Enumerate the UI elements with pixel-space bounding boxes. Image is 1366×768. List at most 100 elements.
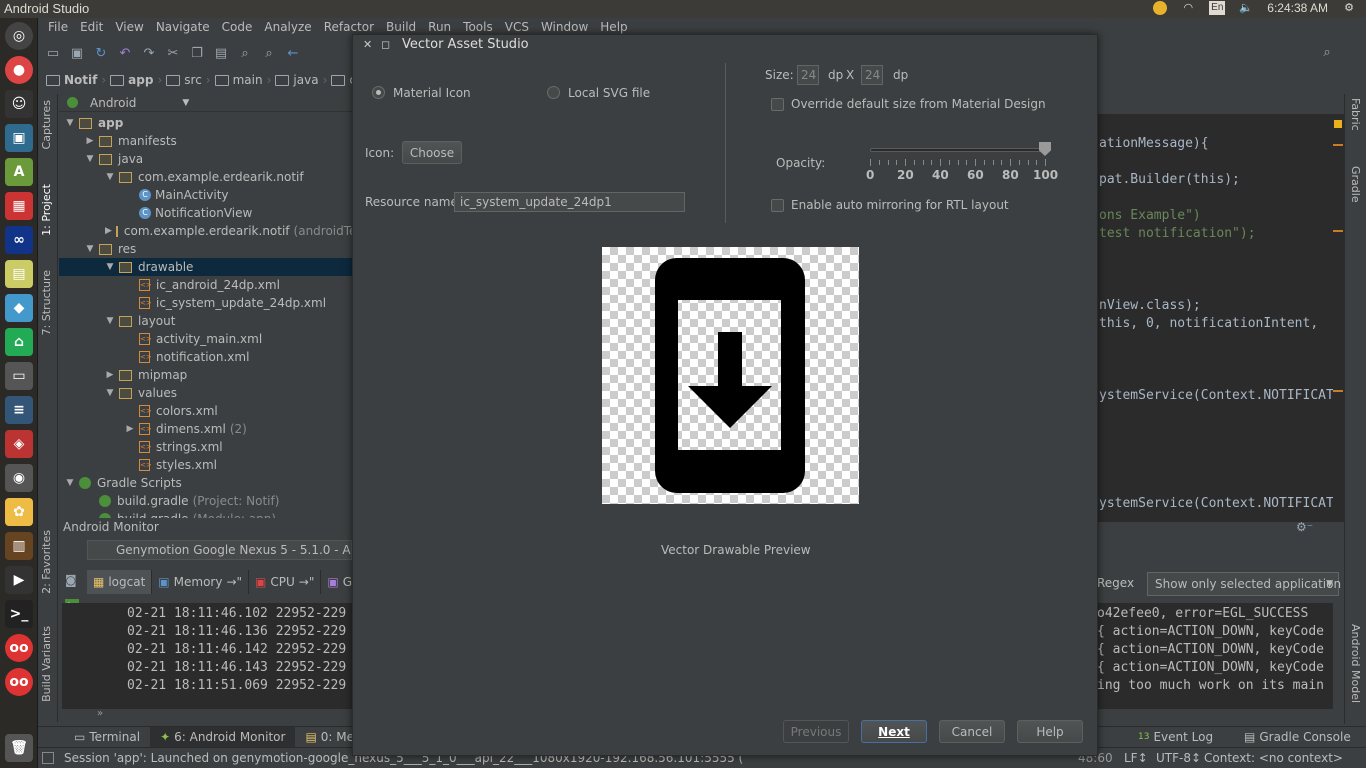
tab-gradle[interactable]: Gradle — [1349, 166, 1362, 203]
arduino-icon[interactable]: ∞ — [5, 226, 33, 254]
menu-view[interactable]: View — [109, 18, 149, 36]
crumb-main[interactable]: main — [214, 73, 263, 87]
tree-item[interactable]: ▼ app — [59, 114, 352, 132]
tree-item[interactable]: C NotificationView — [59, 204, 352, 222]
trash-icon[interactable]: 🗑 — [5, 734, 33, 762]
tree-item[interactable]: ▼ Gradle Scripts — [59, 474, 352, 492]
override-size-label[interactable]: Override default size from Material Desi… — [791, 97, 1046, 111]
tab-captures[interactable]: Captures — [40, 100, 53, 149]
project-view-selector[interactable]: Android ▼ — [59, 94, 352, 112]
expanded-arrow-icon[interactable]: ▼ — [65, 118, 75, 128]
open-icon[interactable]: ▭ — [44, 44, 62, 62]
menu-edit[interactable]: Edit — [74, 18, 109, 36]
tree-item[interactable]: <> colors.xml — [59, 402, 352, 420]
tree-item[interactable]: ▼ res — [59, 240, 352, 258]
expanded-arrow-icon[interactable]: ▼ — [85, 154, 95, 164]
tree-item[interactable]: <> styles.xml — [59, 456, 352, 474]
terminal-like-icon[interactable]: ▭ — [5, 362, 33, 390]
oo-app-icon-2[interactable]: oo — [5, 668, 33, 696]
crumb-notif[interactable]: Notif — [46, 73, 97, 87]
office-app-icon[interactable]: ▦ — [5, 192, 33, 220]
undo-icon[interactable]: ↶ — [116, 44, 134, 62]
tab-logcat[interactable]: ▦ logcat — [87, 570, 153, 594]
clock[interactable]: 6:24:38 AM — [1267, 1, 1328, 15]
tree-item[interactable]: <> ic_system_update_24dp.xml — [59, 294, 352, 312]
network-app-icon[interactable]: ⌂ — [5, 328, 33, 356]
replace-icon[interactable]: ⌕ — [260, 44, 278, 62]
tab-memory[interactable]: ▣ Memory →" — [152, 570, 250, 594]
code-editor[interactable]: ationMessage){ pat.Builder(this); ons Ex… — [1097, 114, 1342, 522]
collapsed-arrow-icon[interactable]: ▶ — [105, 226, 112, 236]
volume-icon[interactable]: 🔈 — [1239, 1, 1253, 15]
tree-item[interactable]: <> ic_android_24dp.xml — [59, 276, 352, 294]
tab-terminal[interactable]: ▭ Terminal — [64, 727, 150, 747]
chrome-tray-icon[interactable] — [1153, 1, 1168, 15]
toggle-tool-windows-icon[interactable] — [42, 752, 54, 764]
size-width-input[interactable]: 24 — [797, 65, 819, 85]
paste-icon[interactable]: ▤ — [212, 44, 230, 62]
override-size-checkbox[interactable] — [771, 98, 784, 111]
tree-item[interactable]: ▶ mipmap — [59, 366, 352, 384]
maximize-icon[interactable]: ◻ — [381, 38, 390, 51]
rtl-mirroring-checkbox[interactable] — [771, 199, 784, 212]
tree-item[interactable]: ▼ java — [59, 150, 352, 168]
line-separator[interactable]: LF↕ — [1124, 751, 1148, 765]
expanded-arrow-icon[interactable]: ▼ — [105, 388, 115, 398]
tab-project[interactable]: 1: Project — [40, 184, 53, 236]
save-all-icon[interactable]: ▣ — [68, 44, 86, 62]
collapsed-arrow-icon[interactable]: ▶ — [105, 370, 115, 380]
collapsed-arrow-icon[interactable]: ▶ — [125, 424, 135, 434]
crumb-app[interactable]: app — [110, 73, 153, 87]
tree-item[interactable]: ▼ layout — [59, 312, 352, 330]
marker[interactable] — [1333, 390, 1343, 392]
tree-item[interactable]: <> strings.xml — [59, 438, 352, 456]
cancel-button[interactable]: Cancel — [939, 720, 1005, 743]
eye-app-icon[interactable]: ◉ — [5, 464, 33, 492]
tree-item[interactable]: <> notification.xml — [59, 348, 352, 366]
tree-item[interactable]: build.gradle (Project: Notif) — [59, 492, 352, 510]
help-button[interactable]: Help — [1017, 720, 1083, 743]
filter-select[interactable]: Show only selected application ▼ — [1147, 572, 1341, 596]
expanded-arrow-icon[interactable]: ▼ — [85, 244, 95, 254]
material-icon-label[interactable]: Material Icon — [393, 86, 471, 100]
sync-icon[interactable]: ↻ — [92, 44, 110, 62]
menu-analyze[interactable]: Analyze — [258, 18, 317, 36]
tab-favorites[interactable]: 2: Favorites — [40, 530, 53, 594]
previous-button[interactable]: Previous — [783, 720, 849, 743]
ubuntu-dash-icon[interactable]: ◎ — [5, 22, 33, 50]
virtualbox-icon[interactable]: ◆ — [5, 294, 33, 322]
tree-item[interactable]: ▼ values — [59, 384, 352, 402]
choose-icon-button[interactable]: Choose — [402, 141, 462, 164]
size-height-input[interactable]: 24 — [861, 65, 883, 85]
tab-cpu[interactable]: ▣ CPU →" — [249, 570, 322, 594]
find-icon[interactable]: ⌕ — [236, 44, 254, 62]
expanded-arrow-icon[interactable]: ▼ — [105, 262, 115, 272]
material-icon-radio[interactable] — [372, 86, 385, 99]
rtl-mirroring-label[interactable]: Enable auto mirroring for RTL layout — [791, 198, 1009, 212]
books-app-icon[interactable]: ▥ — [5, 532, 33, 560]
expanded-arrow-icon[interactable]: ▼ — [65, 478, 75, 488]
warning-marker-icon[interactable] — [1334, 120, 1342, 128]
collapsed-arrow-icon[interactable]: ▶ — [85, 136, 95, 146]
marker[interactable] — [1333, 144, 1343, 146]
file-encoding[interactable]: UTF-8↕ — [1156, 751, 1201, 765]
oo-app-icon-1[interactable]: oo — [5, 634, 33, 662]
back-icon[interactable]: ← — [284, 44, 302, 62]
android-studio-launcher-icon[interactable]: A — [5, 158, 33, 186]
git-app-icon[interactable]: ◈ — [5, 430, 33, 458]
tab-fabric[interactable]: Fabric — [1349, 98, 1362, 131]
slider-thumb[interactable] — [1039, 142, 1051, 156]
local-svg-radio[interactable] — [547, 86, 560, 99]
cat-app-icon[interactable]: ☺ — [5, 90, 33, 118]
resource-name-input[interactable]: ic_system_update_24dp1 — [454, 192, 685, 212]
expanded-arrow-icon[interactable]: ▼ — [105, 316, 115, 326]
tree-item[interactable]: ▼ com.example.erdearik.notif — [59, 168, 352, 186]
device-selector[interactable]: Genymotion Google Nexus 5 - 5.1.0 - API … — [87, 540, 352, 560]
monitor-app-icon[interactable]: ▣ — [5, 124, 33, 152]
context-indicator[interactable]: Context: <no context> — [1204, 751, 1343, 765]
keyboard-lang[interactable]: En — [1209, 1, 1226, 15]
camera-icon[interactable]: ◙ — [65, 573, 77, 587]
tab-event-log[interactable]: 13 Event Log — [1128, 727, 1223, 747]
tree-item[interactable]: ▶ <> dimens.xml (2) — [59, 420, 352, 438]
more-icon[interactable]: » — [97, 708, 103, 719]
